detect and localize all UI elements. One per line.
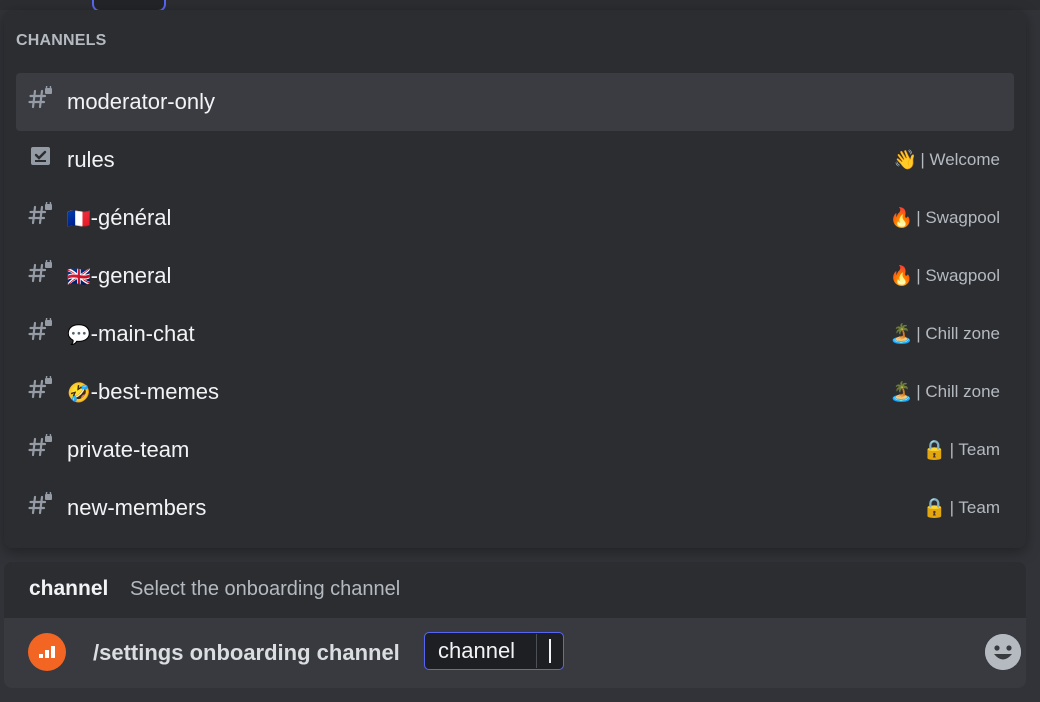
channel-emoji: 🇬🇧 (67, 267, 91, 288)
locked-text-channel-icon (28, 490, 54, 518)
locked-text-channel-icon (28, 432, 54, 460)
channel-item-private-team[interactable]: private-team 🔒 | Team (16, 421, 1014, 479)
channel-name: 🤣-best-memes (67, 379, 220, 404)
channel-category: 🔒 | Team (922, 498, 1000, 519)
channel-emoji: 💬 (67, 325, 91, 346)
channel-emoji: 🤣 (67, 383, 91, 404)
command-option-hint: channel Select the onboarding channel (4, 562, 1026, 618)
channel-name: rules (67, 147, 115, 172)
channel-category: 🔥 | Swagpool (889, 266, 1000, 287)
locked-text-channel-icon (28, 258, 54, 286)
channel-category: 🏝️ | Chill zone (889, 382, 1000, 403)
channel-item-general-en[interactable]: 🇬🇧-general 🔥 | Swagpool (16, 247, 1014, 305)
locked-text-channel-icon (28, 316, 54, 344)
channel-item-main-chat[interactable]: 💬-main-chat 🏝️ | Chill zone (16, 305, 1014, 363)
channel-name: 🇫🇷-général (67, 205, 172, 230)
channel-category: 🔒 | Team (922, 440, 1000, 461)
channel-item-general-fr[interactable]: 🇫🇷-général 🔥 | Swagpool (16, 189, 1014, 247)
channel-item-rules[interactable]: rules 👋 | Welcome (16, 131, 1014, 189)
pill-divider (536, 634, 537, 668)
locked-text-channel-icon (28, 84, 54, 112)
option-name: channel (29, 577, 109, 600)
text-caret (549, 639, 551, 663)
emoji-picker-icon[interactable] (985, 634, 1021, 670)
channel-category: 🏝️ | Chill zone (889, 324, 1000, 345)
command-option-pill[interactable]: channel (424, 632, 564, 670)
option-description: Select the onboarding channel (130, 578, 401, 600)
channel-category: 👋 | Welcome (893, 150, 1000, 171)
locked-text-channel-icon (28, 374, 54, 402)
option-pill-label: channel (438, 638, 516, 663)
channel-name: new-members (67, 495, 207, 520)
message-input-bar[interactable]: /settings onboarding channel channel (4, 618, 1026, 688)
channel-autocomplete-popup: CHANNELS moderator-only rules 👋 | Welcom… (4, 10, 1026, 548)
locked-text-channel-icon (28, 200, 54, 228)
channel-name: 💬-main-chat (67, 321, 195, 346)
channel-name: 🇬🇧-general (67, 263, 172, 288)
channel-name: private-team (67, 437, 190, 462)
channel-item-moderator-only[interactable]: moderator-only (16, 73, 1014, 131)
bot-avatar-icon (28, 633, 66, 671)
channel-item-new-members[interactable]: new-members 🔒 | Team (16, 479, 1014, 537)
popup-header: CHANNELS (16, 32, 107, 49)
channel-name: moderator-only (67, 89, 215, 114)
channel-category: 🔥 | Swagpool (889, 208, 1000, 229)
channel-emoji: 🇫🇷 (67, 209, 91, 230)
rules-channel-icon (28, 144, 54, 170)
channel-item-best-memes[interactable]: 🤣-best-memes 🏝️ | Chill zone (16, 363, 1014, 421)
slash-command-text[interactable]: /settings onboarding channel (93, 640, 400, 666)
channel-list: moderator-only rules 👋 | Welcome 🇫🇷-géné… (16, 73, 1014, 537)
